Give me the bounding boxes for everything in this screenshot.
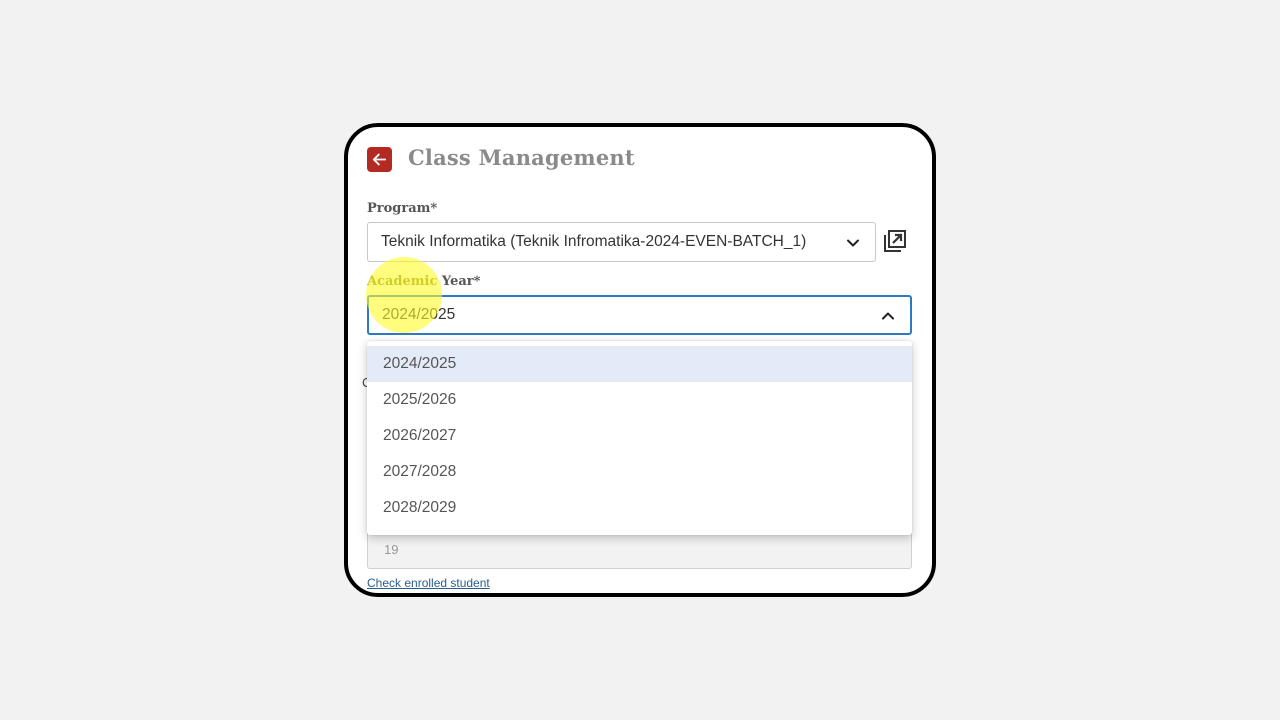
student-count-input: 19 [367, 529, 912, 569]
dropdown-option[interactable]: 2024/2025 [367, 346, 912, 382]
academic-year-dropdown: 2024/2025 2025/2026 2026/2027 2027/2028 … [367, 341, 912, 535]
app-frame: Class Management Program* Teknik Informa… [344, 123, 936, 597]
back-button[interactable] [367, 147, 392, 172]
program-label: Program* [367, 201, 438, 216]
open-external-icon[interactable] [883, 229, 907, 253]
dropdown-option[interactable]: 2028/2029 [367, 490, 912, 526]
academic-year-label: Academic Year* [367, 274, 481, 289]
arrow-left-icon [372, 153, 387, 166]
academic-year-select[interactable]: 2024/2025 [367, 295, 912, 335]
chevron-up-icon [882, 312, 894, 320]
dropdown-option[interactable]: 2026/2027 [367, 418, 912, 454]
class-management-form: Class Management Program* Teknik Informa… [348, 127, 932, 593]
page-title: Class Management [408, 145, 635, 170]
program-value: Teknik Informatika (Teknik Infromatika-2… [381, 233, 807, 250]
student-count-value: 19 [384, 542, 399, 557]
check-enrolled-link[interactable]: Check enrolled student [367, 576, 490, 590]
chevron-down-icon [847, 239, 859, 247]
dropdown-option[interactable]: 2025/2026 [367, 382, 912, 418]
dropdown-option[interactable]: 2027/2028 [367, 454, 912, 490]
program-select[interactable]: Teknik Informatika (Teknik Infromatika-2… [367, 222, 876, 262]
academic-year-value: 2024/2025 [382, 306, 456, 323]
